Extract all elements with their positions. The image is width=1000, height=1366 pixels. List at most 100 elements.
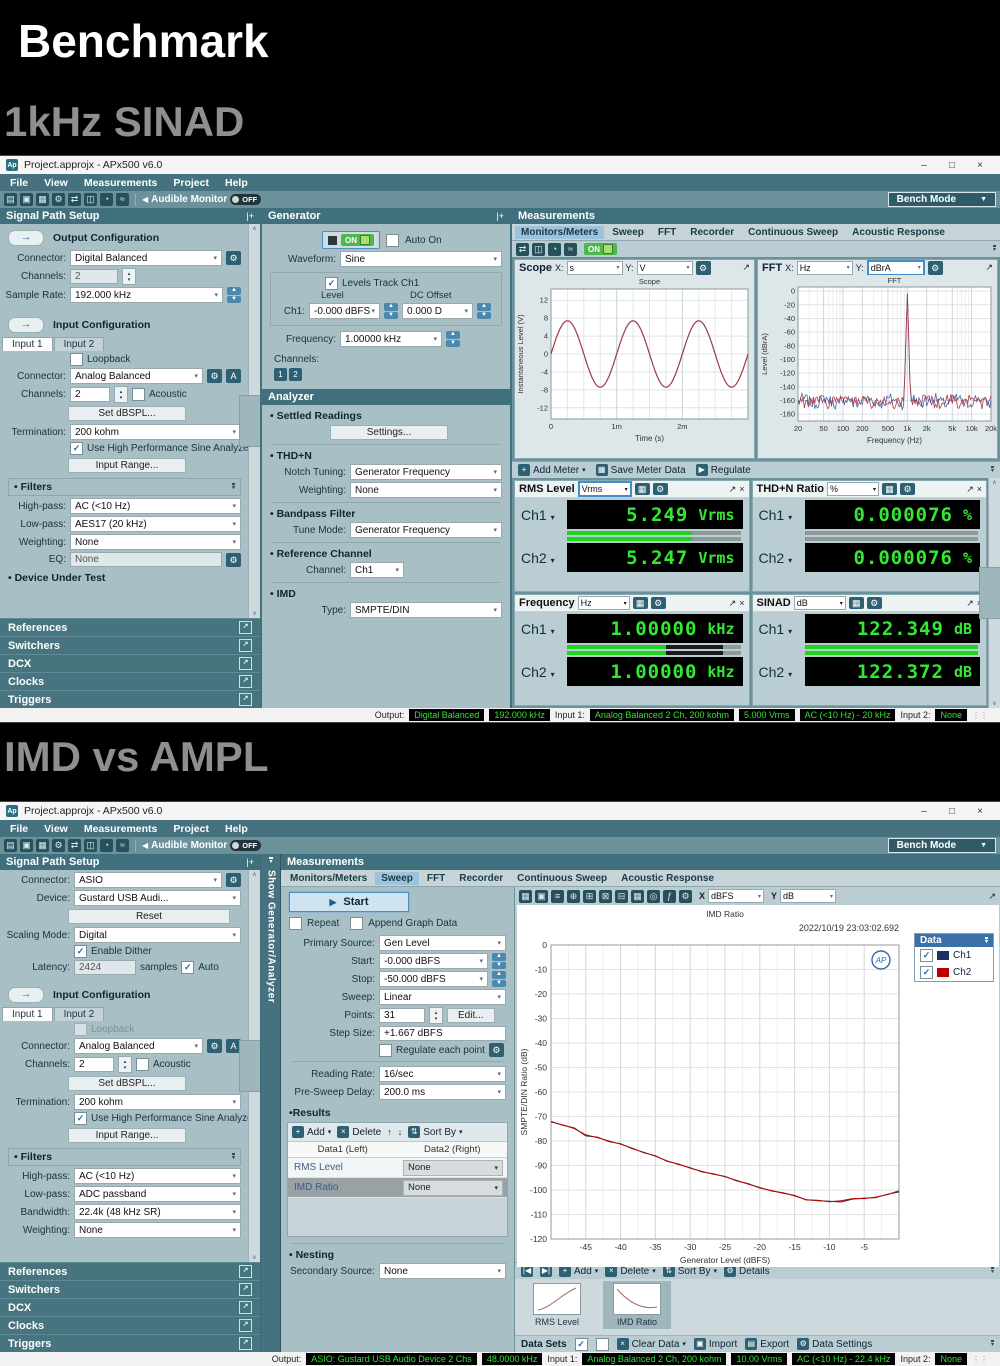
popout-icon[interactable]: ↗ — [239, 657, 252, 670]
menu-project[interactable]: Project — [173, 177, 209, 189]
channel-select[interactable]: Ch1 ▾ — [521, 621, 563, 637]
frequency-spinner[interactable]: ▲▼ — [446, 331, 460, 347]
new-file-icon[interactable]: ▤ — [4, 839, 17, 852]
signal-path-icon[interactable]: ⇄ — [516, 243, 529, 256]
menu-measurements[interactable]: Measurements — [84, 823, 158, 835]
signal-path-icon[interactable]: ⇄ — [68, 193, 81, 206]
tab-input-1[interactable]: Input 1 — [2, 1007, 53, 1021]
menu-file[interactable]: File — [10, 823, 28, 835]
digital-balanced-select[interactable]: Digital Balanced▾ — [70, 250, 222, 266]
popout-icon[interactable]: ↗ — [239, 1319, 252, 1332]
linear-select[interactable]: Linear▾ — [379, 989, 506, 1005]
2-input[interactable]: 2 — [70, 269, 118, 284]
scrollbar[interactable]: ∧∨ — [248, 870, 260, 1262]
generator-on-toggle[interactable]: ON — [322, 231, 380, 249]
panel-pin-icon[interactable]: |+ — [246, 211, 254, 221]
zoom-icon[interactable]: ⊕ — [567, 890, 580, 903]
meter-settings-gear-icon[interactable]: ⚙ — [900, 483, 915, 495]
meter-unit-select[interactable]: Vrms▾ — [578, 481, 632, 497]
none-select[interactable]: None▾ — [379, 1263, 506, 1279]
resize-grip[interactable]: ⋮⋮ — [972, 711, 988, 720]
adc-passband-select[interactable]: ADC passband▾ — [74, 1186, 241, 1202]
1-667-dbfs-input[interactable]: +1.667 dBFS — [379, 1026, 506, 1041]
dc-offset-select[interactable]: 0.000 D▾ — [402, 303, 473, 319]
popout-icon[interactable]: ↗ — [239, 1265, 252, 1278]
menu-help[interactable]: Help — [225, 823, 248, 835]
menu-help[interactable]: Help — [225, 177, 248, 189]
aes17-20-khz-select[interactable]: AES17 (20 kHz)▾ — [70, 516, 241, 532]
accordion-clocks[interactable]: Clocks↗ — [0, 672, 260, 690]
data-set-1-checkbox[interactable]: ✓ — [575, 1338, 588, 1351]
meter-expand-icon[interactable]: ↗ — [729, 484, 737, 495]
new-file-icon[interactable]: ▤ — [4, 193, 17, 206]
popout-icon[interactable]: ↗ — [239, 639, 252, 652]
popout-icon[interactable]: ↗ — [239, 1301, 252, 1314]
move-down-icon[interactable]: ↓ — [398, 1127, 403, 1137]
none-select[interactable]: None▾ — [70, 534, 241, 550]
clear-data-button[interactable]: ×Clear Data▾ — [617, 1338, 686, 1350]
data-settings-button[interactable]: ⚙Data Settings — [797, 1338, 872, 1350]
scope-y-units-select[interactable]: V▾ — [637, 261, 693, 275]
asio-select[interactable]: ASIO▾ — [74, 872, 222, 888]
pin-icon[interactable]: ▾ — [269, 857, 272, 865]
import-button[interactable]: ▣Import — [694, 1338, 737, 1350]
analog-balanced-select[interactable]: Analog Balanced▾ — [70, 368, 203, 384]
acoustic-checkbox[interactable] — [136, 1058, 149, 1071]
fft-settings-gear-icon[interactable]: ⚙ — [928, 261, 943, 275]
title-bar[interactable]: Ap Project.approjx - APx500 v6.0 – □ × — [0, 156, 1000, 174]
menu-file[interactable]: File — [10, 177, 28, 189]
fx-icon[interactable]: ƒ — [663, 890, 676, 903]
result-thumbnail-rms-level[interactable]: RMS Level — [523, 1281, 591, 1329]
tab-fft[interactable]: FFT — [652, 226, 682, 239]
table-icon[interactable]: ▦ — [631, 890, 644, 903]
spinner[interactable]: ▴▾ — [122, 268, 136, 285]
minimize-button[interactable]: – — [910, 160, 938, 171]
fft-y-units-select[interactable]: dBrA▾ — [867, 260, 925, 276]
legend-item-ch2[interactable]: ✓Ch2 — [915, 964, 993, 981]
spinner[interactable]: ▴▾ — [114, 386, 128, 403]
2-input[interactable]: 2 — [70, 387, 110, 402]
meter-expand-icon[interactable]: ↗ — [729, 598, 737, 609]
show-generator-analyzer-strip[interactable]: ▾ Show Generator/Analyzer — [262, 854, 281, 1352]
meter-settings-gear-icon[interactable]: ⚙ — [653, 483, 668, 495]
clock-icon[interactable]: ◔ — [548, 243, 561, 256]
result-row-imd-ratio[interactable]: IMD RatioNone▾ — [288, 1178, 507, 1198]
popout-icon[interactable]: ↗ — [239, 1283, 252, 1296]
autohide-pin-icon[interactable]: ▾ — [993, 245, 996, 253]
meter-display-icon[interactable]: ▦ — [635, 483, 650, 495]
close-button[interactable]: × — [966, 806, 994, 817]
frequency-select[interactable]: 1.00000 kHz▾ — [340, 331, 442, 347]
graph-settings-icon[interactable]: ⚙ — [679, 890, 692, 903]
latency-auto-checkbox[interactable]: ✓ — [181, 961, 194, 974]
accordion-dcx[interactable]: DCX↗ — [0, 1298, 260, 1316]
0-000-dbfs-select[interactable]: -0.000 dBFS▾ — [379, 953, 488, 969]
fit-icon[interactable]: ⊟ — [615, 890, 628, 903]
result-thumbnail-imd-ratio[interactable]: IMD Ratio — [603, 1281, 671, 1329]
panel-pin-icon[interactable]: |+ — [246, 857, 254, 867]
ac-10-hz-select[interactable]: AC (<10 Hz)▾ — [74, 1168, 241, 1184]
monitors-on-toggle[interactable]: ON — [584, 243, 617, 255]
audible-monitor-toggle[interactable]: OFF — [230, 840, 261, 851]
spinner[interactable]: ▴▾ — [429, 1007, 443, 1024]
gear-icon[interactable]: ⚙ — [489, 1043, 504, 1057]
sweep-graph-icon[interactable]: ≈ — [116, 839, 129, 852]
audible-monitor-toggle[interactable]: OFF — [230, 194, 261, 205]
gear-icon[interactable]: ⚙ — [226, 873, 241, 887]
accordion-triggers[interactable]: Triggers↗ — [0, 1334, 260, 1352]
fft-expand-icon[interactable]: ↗ — [985, 262, 993, 273]
gear-icon[interactable]: ⚙ — [226, 251, 241, 265]
enable-dither-checkbox[interactable]: ✓ — [74, 945, 87, 958]
ch1-visibility-checkbox[interactable]: ✓ — [920, 949, 933, 962]
tab-acoustic-response[interactable]: Acoustic Response — [846, 226, 951, 239]
meter-settings-gear-icon[interactable]: ⚙ — [651, 597, 666, 609]
accordion-switchers[interactable]: Switchers↗ — [0, 636, 260, 654]
200-kohm-select[interactable]: 200 kohm▾ — [74, 1094, 241, 1110]
50-000-dbfs-select[interactable]: -50.000 dBFS▾ — [379, 971, 488, 987]
spinner[interactable]: ▲▼ — [492, 971, 506, 987]
accordion-references[interactable]: References↗ — [0, 1262, 260, 1280]
ch1-select[interactable]: Ch1▾ — [350, 562, 404, 578]
export-button[interactable]: ▤Export — [745, 1338, 789, 1350]
meter-unit-select[interactable]: %▾ — [827, 482, 879, 496]
200-kohm-select[interactable]: 200 kohm▾ — [70, 424, 241, 440]
sweep-graph-icon[interactable]: ≈ — [116, 193, 129, 206]
